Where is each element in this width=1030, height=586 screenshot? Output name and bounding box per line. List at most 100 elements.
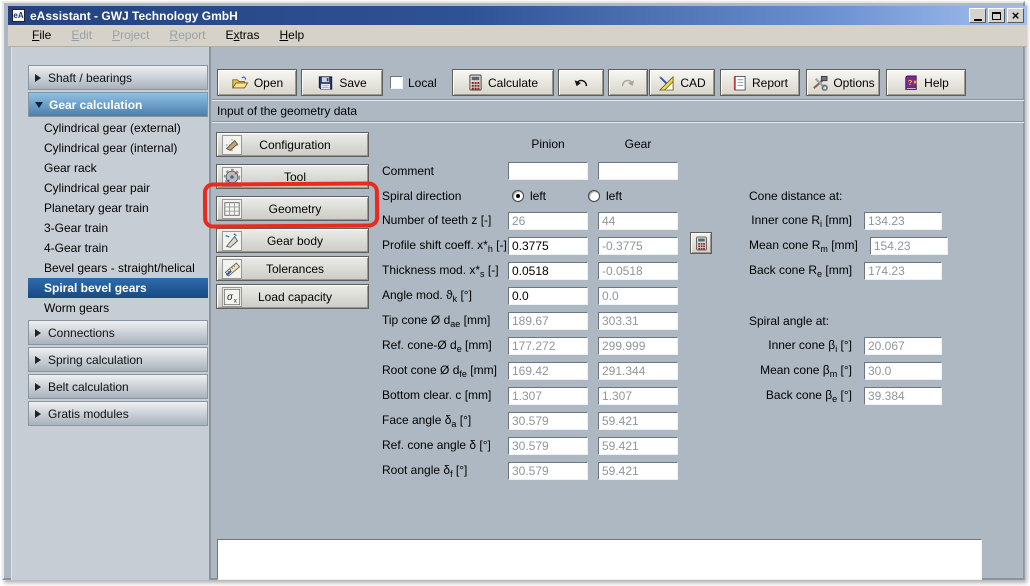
mean-cone-distance-input[interactable] (870, 237, 948, 255)
mean-spiral-angle-row: Mean cone βm [°] (749, 358, 989, 383)
message-area[interactable] (217, 539, 982, 580)
face-angle-pinion-input[interactable] (508, 412, 588, 430)
ref-cone-angle-gear-input[interactable] (598, 437, 678, 455)
tool-button[interactable]: Tool (216, 164, 369, 189)
root-cone-pinion-input[interactable] (508, 362, 588, 380)
thickness-mod-pinion-input[interactable] (508, 262, 588, 280)
ref-cone-angle-pinion-input[interactable] (508, 437, 588, 455)
sidebar-group-shaft-bearings[interactable]: Shaft / bearings (28, 65, 208, 90)
save-button[interactable]: Save (301, 69, 383, 96)
sidebar-item-bevel-gears[interactable]: Bevel gears - straight/helical (28, 258, 208, 278)
sidebar-item-spiral-bevel-gears[interactable]: Spiral bevel gears (28, 278, 208, 298)
profile-shift-calculator-button[interactable] (690, 232, 712, 254)
redo-button[interactable] (608, 69, 648, 96)
back-spiral-angle-row: Back cone βe [°] (749, 383, 989, 408)
options-icon (811, 75, 828, 91)
pinion-column-header: Pinion (508, 137, 588, 151)
cad-button[interactable]: CAD (649, 69, 715, 96)
options-button[interactable]: Options (806, 69, 880, 96)
configuration-button[interactable]: Configuration (216, 132, 369, 157)
open-button[interactable]: Open (217, 69, 297, 96)
redo-icon (619, 76, 637, 89)
sidebar-item-cylindrical-gear-external[interactable]: Cylindrical gear (external) (28, 118, 208, 138)
close-button[interactable]: × (1007, 8, 1024, 23)
back-spiral-angle-input[interactable] (864, 387, 942, 405)
ref-cone-pinion-input[interactable] (508, 337, 588, 355)
sidebar-item-cylindrical-gear-pair[interactable]: Cylindrical gear pair (28, 178, 208, 198)
help-icon: ? (903, 75, 919, 91)
sidebar-item-4-gear-train[interactable]: 4-Gear train (28, 238, 208, 258)
bottom-clearance-gear-input[interactable] (598, 387, 678, 405)
profile-shift-pinion-input[interactable] (508, 237, 588, 255)
gear-body-button[interactable]: Gear body (216, 228, 369, 253)
minimize-button[interactable] (969, 8, 986, 23)
mean-cone-distance-row: Mean cone Rm [mm] (749, 233, 989, 258)
thickness-mod-gear-input[interactable] (598, 262, 678, 280)
svg-text:?: ? (908, 77, 913, 86)
tip-cone-pinion-input[interactable] (508, 312, 588, 330)
tip-cone-row: Tip cone Ø dae [mm] (382, 308, 722, 333)
undo-button[interactable] (558, 69, 604, 96)
maximize-button[interactable] (988, 8, 1005, 23)
angle-mod-pinion-input[interactable] (508, 287, 588, 305)
face-angle-gear-input[interactable] (598, 412, 678, 430)
sidebar-group-spring-calculation[interactable]: Spring calculation (28, 347, 208, 372)
tool-icon (222, 167, 242, 187)
sidebar-item-cylindrical-gear-internal[interactable]: Cylindrical gear (internal) (28, 138, 208, 158)
title-bar[interactable]: eA eAssistant - GWJ Technology GmbH × (8, 6, 1027, 25)
load-capacity-icon: σx (222, 287, 242, 307)
report-button[interactable]: Report (720, 69, 800, 96)
angle-mod-gear-input[interactable] (598, 287, 678, 305)
collapsed-arrow-icon (35, 356, 41, 364)
bottom-clearance-pinion-input[interactable] (508, 387, 588, 405)
sidebar-group-connections[interactable]: Connections (28, 320, 208, 345)
configuration-icon (222, 135, 242, 155)
comment-gear-input[interactable] (598, 162, 678, 180)
ref-cone-gear-input[interactable] (598, 337, 678, 355)
tip-cone-gear-input[interactable] (598, 312, 678, 330)
calculate-button[interactable]: Calculate (452, 69, 554, 96)
maximize-icon (992, 12, 1001, 20)
inner-spiral-angle-input[interactable] (864, 337, 942, 355)
profile-shift-gear-input[interactable] (598, 237, 678, 255)
sidebar-group-belt-calculation[interactable]: Belt calculation (28, 374, 208, 399)
root-angle-pinion-input[interactable] (508, 462, 588, 480)
undo-icon (572, 76, 590, 89)
app-logo-icon: eA (12, 9, 25, 22)
geometry-icon (222, 199, 242, 219)
inner-cone-distance-input[interactable] (864, 212, 942, 230)
root-angle-gear-input[interactable] (598, 462, 678, 480)
help-button[interactable]: ? Help (886, 69, 966, 96)
spiral-gear-radio[interactable] (588, 190, 600, 202)
tolerances-button[interactable]: Tolerances (216, 256, 369, 281)
sidebar-divider (210, 47, 211, 580)
calc-small-icon (695, 236, 708, 251)
expanded-arrow-icon (35, 102, 43, 108)
sidebar-item-worm-gears[interactable]: Worm gears (28, 298, 208, 318)
sidebar-group-gear-calculation[interactable]: Gear calculation (28, 92, 208, 117)
mean-spiral-angle-input[interactable] (864, 362, 942, 380)
root-cone-gear-input[interactable] (598, 362, 678, 380)
spiral-pinion-radio[interactable] (512, 190, 524, 202)
local-checkbox[interactable] (390, 76, 403, 89)
teeth-gear-input[interactable] (598, 212, 678, 230)
open-icon (231, 75, 249, 90)
teeth-pinion-input[interactable] (508, 212, 588, 230)
spiral-angle-title: Spiral angle at: (749, 308, 829, 333)
angle-mod-row: Angle mod. ϑk [°] (382, 283, 722, 308)
menu-file[interactable]: File (22, 26, 61, 45)
load-capacity-button[interactable]: σx Load capacity (216, 284, 369, 309)
sidebar-item-gear-rack[interactable]: Gear rack (28, 158, 208, 178)
sidebar-group-gratis-modules[interactable]: Gratis modules (28, 401, 208, 426)
geometry-button[interactable]: Geometry (216, 196, 369, 221)
sidebar-item-3-gear-train[interactable]: 3-Gear train (28, 218, 208, 238)
spiral-gear-radio-label: left (606, 189, 622, 203)
comment-pinion-input[interactable] (508, 162, 588, 180)
menu-extras[interactable]: Extras (215, 26, 269, 45)
back-cone-distance-input[interactable] (864, 262, 942, 280)
sidebar-item-planetary-gear-train[interactable]: Planetary gear train (28, 198, 208, 218)
face-angle-row: Face angle δa [°] (382, 408, 722, 433)
menu-help[interactable]: Help (269, 26, 314, 45)
thickness-mod-row: Thickness mod. x*s [-] (382, 258, 722, 283)
application-window: eA eAssistant - GWJ Technology GmbH × Fi… (0, 0, 1030, 586)
